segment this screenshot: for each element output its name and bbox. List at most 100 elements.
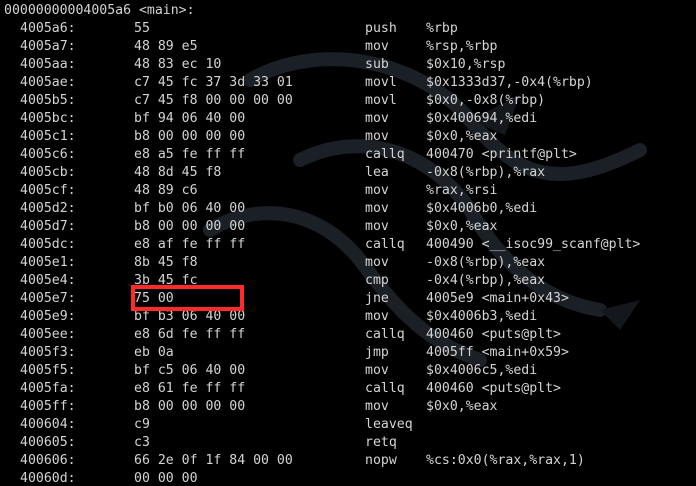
instruction-operands: $0x0,%eax xyxy=(426,129,498,144)
instruction-operands: 4005e9 <main+0x43> xyxy=(426,291,569,306)
instruction-operands: $0x10,%rsp xyxy=(426,57,506,72)
instruction-row: 4005e7: 75 00 jne 4005e9 <main+0x43> xyxy=(0,290,696,308)
instruction-row: 4005a6: 55 push %rbp xyxy=(0,20,696,38)
instruction-row: 400604: c9 leaveq xyxy=(0,416,696,434)
instruction-address: 4005e9: xyxy=(20,309,76,324)
instruction-mnemonic: jne xyxy=(365,291,389,306)
instruction-row: 4005ae: c7 45 fc 37 3d 33 01 movl $0x1333d3… xyxy=(0,74,696,92)
instruction-mnemonic: sub xyxy=(365,57,389,72)
instruction-operands: -0x8(%rbp),%rax xyxy=(426,165,546,180)
instruction-operands: 400490 <__isoc99_scanf@plt> xyxy=(426,237,641,252)
instruction-mnemonic: callq xyxy=(365,381,405,396)
instruction-mnemonic: mov xyxy=(365,183,389,198)
instruction-bytes: b8 00 00 00 00 xyxy=(134,129,246,144)
instruction-address: 4005d2: xyxy=(20,201,76,216)
instruction-operands: $0x0,%eax xyxy=(426,219,498,234)
instruction-address: 4005b5: xyxy=(20,93,76,108)
instruction-row: 4005a7: 48 89 e5 mov %rsp,%rbp xyxy=(0,38,696,56)
instruction-bytes: bf 94 06 40 00 xyxy=(134,111,246,126)
instruction-address: 4005e7: xyxy=(20,291,76,306)
instruction-row: 4005aa: 48 83 ec 10 sub $0x10,%rsp xyxy=(0,56,696,74)
instruction-mnemonic: cmp xyxy=(365,273,389,288)
instruction-bytes: bf b0 06 40 00 xyxy=(134,201,246,216)
instruction-operands: 400470 <printf@plt> xyxy=(426,147,577,162)
instruction-bytes: e8 6d fe ff ff xyxy=(134,327,246,342)
instruction-address: 4005c6: xyxy=(20,147,76,162)
instruction-row: 4005e1: 8b 45 f8 mov -0x8(%rbp),%eax xyxy=(0,254,696,272)
instruction-bytes: 55 xyxy=(134,21,150,36)
instruction-row: 4005b5: c7 45 f8 00 00 00 00 movl $0x0,-0x8… xyxy=(0,92,696,110)
instruction-row: 4005cb: 48 8d 45 f8 lea -0x8(%rbp),%rax xyxy=(0,164,696,182)
instruction-mnemonic: mov xyxy=(365,309,389,324)
instruction-bytes: c7 45 f8 00 00 00 00 xyxy=(134,93,293,108)
instruction-row: 4005f3: eb 0a jmp 4005ff <main+0x59> xyxy=(0,344,696,362)
instruction-mnemonic: mov xyxy=(365,111,389,126)
instruction-bytes: eb 0a xyxy=(134,345,174,360)
instruction-row: 4005c1: b8 00 00 00 00 mov $0x0,%eax xyxy=(0,128,696,146)
instruction-address: 40060d: xyxy=(20,471,76,486)
terminal-window[interactable]: 00000000004005a6 <main>: 4005a6: 55 push %r… xyxy=(0,0,696,486)
instruction-operands: $0x0,-0x8(%rbp) xyxy=(426,93,546,108)
instruction-row: 400605: c3 retq xyxy=(0,434,696,452)
instruction-mnemonic: movl xyxy=(365,93,397,108)
instruction-address: 4005cb: xyxy=(20,165,76,180)
instruction-operands: -0x4(%rbp),%eax xyxy=(426,273,546,288)
instruction-operands: 400460 <puts@plt> xyxy=(426,327,561,342)
instruction-address: 4005e1: xyxy=(20,255,76,270)
instruction-address: 400604: xyxy=(20,417,76,432)
instruction-operands: 400460 <puts@plt> xyxy=(426,381,561,396)
instruction-address: 4005a6: xyxy=(20,21,76,36)
instruction-bytes: b8 00 00 00 00 xyxy=(134,399,246,414)
instruction-operands: $0x0,%eax xyxy=(426,399,498,414)
instruction-row: 4005ff: b8 00 00 00 00 mov $0x0,%eax xyxy=(0,398,696,416)
instruction-bytes: 48 89 e5 xyxy=(134,39,198,54)
function-header: 00000000004005a6 <main>: xyxy=(4,3,195,18)
instruction-row: 4005ee: e8 6d fe ff ff callq 400460 <puts@p… xyxy=(0,326,696,344)
instruction-operands: 4005ff <main+0x59> xyxy=(426,345,569,360)
instruction-address: 4005f3: xyxy=(20,345,76,360)
instruction-address: 4005e4: xyxy=(20,273,76,288)
instruction-mnemonic: leaveq xyxy=(365,417,413,432)
instruction-mnemonic: mov xyxy=(365,201,389,216)
instruction-address: 4005a7: xyxy=(20,39,76,54)
instruction-mnemonic: retq xyxy=(365,435,397,450)
instruction-bytes: b8 00 00 00 00 xyxy=(134,219,246,234)
instruction-bytes: c7 45 fc 37 3d 33 01 xyxy=(134,75,293,90)
instruction-address: 4005ae: xyxy=(20,75,76,90)
highlight-box xyxy=(131,285,244,311)
instruction-row: 4005dc: e8 af fe ff ff callq 400490 <__isoc… xyxy=(0,236,696,254)
instruction-operands: %cs:0x0(%rax,%rax,1) xyxy=(426,453,585,468)
instruction-bytes: e8 61 fe ff ff xyxy=(134,381,246,396)
instruction-address: 400606: xyxy=(20,453,76,468)
instruction-address: 4005ee: xyxy=(20,327,76,342)
instruction-mnemonic: nopw xyxy=(365,453,397,468)
instruction-row: 4005cf: 48 89 c6 mov %rax,%rsi xyxy=(0,182,696,200)
instruction-mnemonic: jmp xyxy=(365,345,389,360)
instruction-bytes: 8b 45 f8 xyxy=(134,255,198,270)
instruction-mnemonic: callq xyxy=(365,147,405,162)
instruction-operands: %rsp,%rbp xyxy=(426,39,498,54)
instruction-operands: -0x8(%rbp),%eax xyxy=(426,255,546,270)
instruction-address: 400605: xyxy=(20,435,76,450)
instruction-operands: %rbp xyxy=(426,21,458,36)
instruction-bytes: e8 af fe ff ff xyxy=(134,237,246,252)
instruction-operands: $0x4006b0,%edi xyxy=(426,201,538,216)
instruction-operands: $0x4006b3,%edi xyxy=(426,309,538,324)
instruction-mnemonic: lea xyxy=(365,165,389,180)
instruction-row: 4005f5: bf c5 06 40 00 mov $0x4006c5,%edi xyxy=(0,362,696,380)
instruction-address: 4005cf: xyxy=(20,183,76,198)
instruction-mnemonic: mov xyxy=(365,129,389,144)
instruction-mnemonic: mov xyxy=(365,255,389,270)
instruction-bytes: 00 00 00 xyxy=(134,471,198,486)
instruction-row: 400606: 66 2e 0f 1f 84 00 00 nopw %cs:0x0(%… xyxy=(0,452,696,470)
instruction-row: 4005e9: bf b3 06 40 00 mov $0x4006b3,%edi xyxy=(0,308,696,326)
instruction-address: 4005aa: xyxy=(20,57,76,72)
instruction-bytes: 48 8d 45 f8 xyxy=(134,165,222,180)
instruction-mnemonic: mov xyxy=(365,399,389,414)
instruction-bytes: 48 89 c6 xyxy=(134,183,198,198)
instruction-address: 4005c1: xyxy=(20,129,76,144)
instruction-bytes: c3 xyxy=(134,435,150,450)
instruction-row: 40060d: 00 00 00 xyxy=(0,470,696,486)
instruction-address: 4005bc: xyxy=(20,111,76,126)
instruction-row: 4005d2: bf b0 06 40 00 mov $0x4006b0,%edi xyxy=(0,200,696,218)
